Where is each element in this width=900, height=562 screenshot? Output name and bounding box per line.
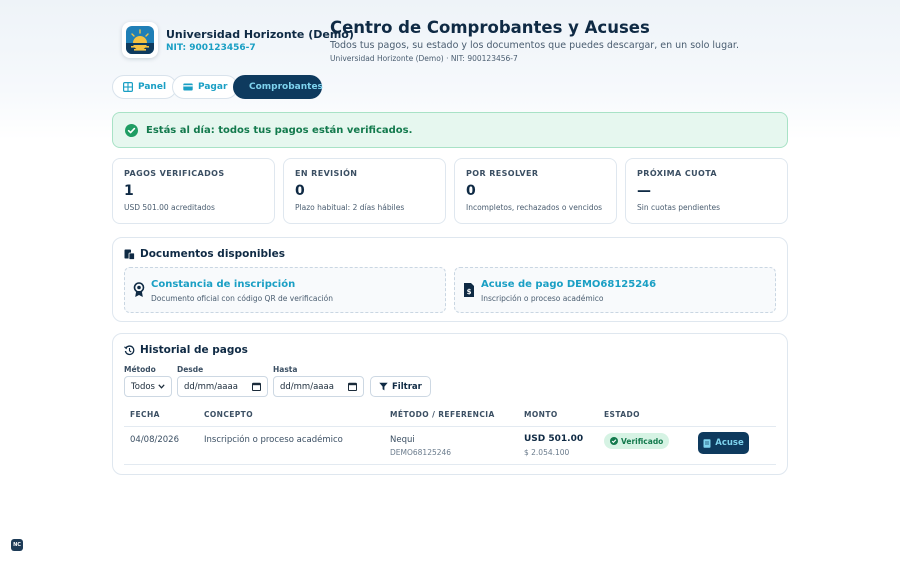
stat-card-review: EN REVISIÓN 0 Plazo habitual: 2 días háb…	[283, 158, 446, 224]
from-date-input[interactable]: dd/mm/aaaa	[177, 376, 268, 397]
to-date-placeholder: dd/mm/aaaa	[280, 381, 334, 392]
row-amount-local: $ 2.054.100	[524, 448, 570, 457]
document-card-acuse[interactable]: $ Acuse de pago DEMO68125246 Inscripción…	[454, 267, 776, 313]
method-filter-label: Método	[124, 365, 156, 374]
org-logo	[122, 22, 158, 58]
tab-comprobantes[interactable]: Comprobantes	[233, 75, 323, 99]
row-concept: Inscripción o proceso académico	[204, 435, 343, 445]
stat-card-next-installment: PRÓXIMA CUOTA — Sin cuotas pendientes	[625, 158, 788, 224]
column-header-amount: MONTO	[524, 410, 558, 419]
status-badge-text: Verificado	[621, 436, 664, 446]
file-stack-icon	[124, 249, 135, 260]
chevron-down-icon	[158, 384, 165, 389]
document-subtitle: Inscripción o proceso académico	[481, 294, 604, 303]
stat-value: —	[637, 183, 651, 199]
acuse-button[interactable]: Acuse	[698, 432, 749, 454]
tab-pagar-label: Pagar	[198, 82, 228, 92]
document-title[interactable]: Acuse de pago DEMO68125246	[481, 279, 656, 290]
history-title-text: Historial de pagos	[140, 344, 248, 356]
history-clock-icon	[124, 344, 135, 355]
org-name: Universidad Horizonte (Demo)	[166, 28, 354, 41]
history-title: Historial de pagos	[124, 344, 248, 356]
row-date: 04/08/2026	[130, 435, 179, 445]
method-select[interactable]: Todos	[124, 376, 172, 397]
check-circle-icon	[125, 123, 138, 137]
stat-label: EN REVISIÓN	[295, 169, 358, 178]
calendar-icon	[348, 382, 357, 391]
org-nit: NIT: 900123456-7	[166, 43, 256, 53]
award-icon	[133, 282, 145, 297]
corner-badge[interactable]: NC	[11, 539, 23, 551]
page-title: Centro de Comprobantes y Acuses	[330, 18, 650, 37]
card-icon	[183, 83, 193, 91]
from-filter-label: Desde	[177, 365, 204, 374]
tab-pagar[interactable]: Pagar	[172, 75, 239, 99]
calendar-icon	[252, 382, 261, 391]
stat-note: Incompletos, rechazados o vencidos	[466, 203, 603, 212]
documents-title-text: Documentos disponibles	[140, 248, 285, 260]
tab-panel[interactable]: Panel	[112, 75, 178, 99]
column-header-concept: CONCEPTO	[204, 410, 253, 419]
from-date-placeholder: dd/mm/aaaa	[184, 381, 238, 392]
alert-text: Estás al día: todos tus pagos están veri…	[146, 124, 413, 136]
method-select-value: Todos	[131, 381, 155, 392]
stat-card-pending: POR RESOLVER 0 Incompletos, rechazados o…	[454, 158, 617, 224]
table-row-divider	[124, 464, 776, 465]
receipt-icon: $	[464, 283, 474, 297]
stat-value: 0	[295, 183, 305, 199]
filter-button[interactable]: Filtrar	[370, 376, 431, 397]
row-reference: DEMO68125246	[390, 448, 452, 457]
documents-panel: Documentos disponibles Constancia de ins…	[112, 237, 788, 322]
header: Universidad Horizonte (Demo) NIT: 900123…	[112, 16, 788, 68]
row-amount: USD 501.00	[524, 434, 584, 444]
stat-note: Sin cuotas pendientes	[637, 203, 721, 212]
stat-value: 0	[466, 183, 476, 199]
document-icon	[703, 438, 711, 448]
stat-label: PRÓXIMA CUOTA	[637, 169, 718, 178]
stat-card-verified: PAGOS VERIFICADOS 1 USD 501.00 acreditad…	[112, 158, 275, 224]
check-circle-icon	[610, 437, 618, 445]
column-header-status: ESTADO	[604, 410, 640, 419]
tab-panel-label: Panel	[138, 82, 167, 92]
page-subtitle: Todos tus pagos, su estado y los documen…	[330, 40, 739, 51]
svg-text:$: $	[467, 288, 472, 296]
status-badge: Verificado	[604, 433, 670, 449]
document-card-constancia[interactable]: Constancia de inscripción Documento ofic…	[124, 267, 446, 313]
stat-note: Plazo habitual: 2 días hábiles	[295, 203, 405, 212]
filter-button-label: Filtrar	[392, 381, 422, 392]
status-alert: Estás al día: todos tus pagos están veri…	[112, 112, 788, 148]
stat-value: 1	[124, 183, 134, 199]
stat-note: USD 501.00 acreditados	[124, 203, 215, 212]
page-org-line: Universidad Horizonte (Demo) · NIT: 9001…	[330, 54, 518, 63]
history-panel: Historial de pagos Método Todos Desde dd…	[112, 333, 788, 475]
sunrise-logo-icon	[126, 26, 154, 54]
column-header-date: FECHA	[130, 410, 160, 419]
stat-label: PAGOS VERIFICADOS	[124, 169, 225, 178]
funnel-icon	[379, 382, 388, 391]
table-header-divider	[124, 426, 776, 427]
to-date-input[interactable]: dd/mm/aaaa	[273, 376, 364, 397]
document-title[interactable]: Constancia de inscripción	[151, 279, 295, 290]
to-filter-label: Hasta	[273, 365, 298, 374]
tab-comprobantes-label: Comprobantes	[249, 82, 323, 92]
acuse-button-label: Acuse	[715, 438, 744, 448]
column-header-method: MÉTODO / REFERENCIA	[390, 410, 495, 419]
row-method: Nequi	[390, 435, 415, 445]
stat-label: POR RESOLVER	[466, 169, 539, 178]
documents-title: Documentos disponibles	[124, 248, 285, 260]
document-subtitle: Documento oficial con código QR de verif…	[151, 294, 334, 303]
grid-icon	[123, 82, 133, 92]
